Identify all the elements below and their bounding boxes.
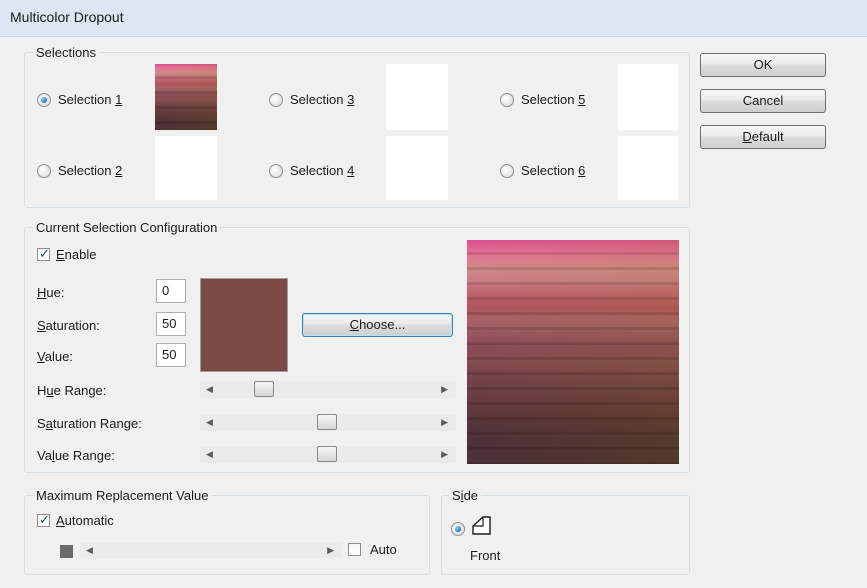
auto-label[interactable]: Auto xyxy=(370,542,397,557)
selection-3-label[interactable]: Selection 3 xyxy=(290,92,354,107)
saturation-input[interactable]: 50 xyxy=(156,312,186,336)
saturation-range-thumb[interactable] xyxy=(317,414,337,430)
saturation-range-slider[interactable]: ◀ ▶ xyxy=(200,414,456,431)
selection-1-preview xyxy=(155,64,217,130)
max-value-swatch xyxy=(60,545,73,558)
saturation-range-label: Saturation Range: xyxy=(37,416,142,431)
cancel-button[interactable]: Cancel xyxy=(700,89,826,113)
enable-checkbox[interactable]: ✓ xyxy=(37,246,50,261)
scroll-left-icon[interactable]: ◀ xyxy=(206,449,213,460)
automatic-checkbox[interactable]: ✓ xyxy=(37,512,50,527)
hue-range-label: Hue Range: xyxy=(37,383,107,398)
selection-1-radio[interactable] xyxy=(37,93,51,107)
ok-button[interactable]: OK xyxy=(700,53,826,77)
front-label: Front xyxy=(470,548,501,563)
enable-label[interactable]: Enable xyxy=(56,247,96,262)
hue-range-thumb[interactable] xyxy=(254,381,274,397)
selection-3-preview xyxy=(386,64,448,130)
scroll-right-icon[interactable]: ▶ xyxy=(441,417,448,428)
selection-4-preview xyxy=(386,136,448,200)
hue-input[interactable]: 0 xyxy=(156,279,186,303)
selection-4-label[interactable]: Selection 4 xyxy=(290,163,354,178)
window-title: Multicolor Dropout xyxy=(10,9,124,25)
selection-4-radio[interactable] xyxy=(269,164,283,178)
config-group-label: Current Selection Configuration xyxy=(33,220,221,235)
hue-label: Hue: xyxy=(37,285,65,300)
automatic-label[interactable]: Automatic xyxy=(56,513,114,528)
selection-5-preview xyxy=(617,64,679,130)
max-replacement-slider[interactable]: ◀ ▶ xyxy=(80,543,342,558)
side-group-label: Side xyxy=(449,488,482,503)
selection-2-radio[interactable] xyxy=(37,164,51,178)
value-range-thumb[interactable] xyxy=(317,446,337,462)
page-front-icon xyxy=(472,516,491,535)
selection-2-preview xyxy=(155,136,217,200)
scroll-right-icon[interactable]: ▶ xyxy=(327,545,334,556)
selection-5-label[interactable]: Selection 5 xyxy=(521,92,585,107)
max-replacement-group xyxy=(24,495,430,575)
default-button[interactable]: Default xyxy=(700,125,826,149)
scroll-left-icon[interactable]: ◀ xyxy=(206,417,213,428)
selection-1-label[interactable]: Selection 1 xyxy=(58,92,122,107)
saturation-label: Saturation: xyxy=(37,318,100,333)
choose-button[interactable]: Choose... xyxy=(302,313,453,337)
scroll-left-icon[interactable]: ◀ xyxy=(86,545,93,556)
selection-5-radio[interactable] xyxy=(500,93,514,107)
selection-3-radio[interactable] xyxy=(269,93,283,107)
value-range-slider[interactable]: ◀ ▶ xyxy=(200,446,456,463)
auto-checkbox[interactable] xyxy=(348,543,361,556)
color-preview-gradient xyxy=(467,240,679,464)
value-input[interactable]: 50 xyxy=(156,343,186,367)
selection-6-label[interactable]: Selection 6 xyxy=(521,163,585,178)
hue-range-slider[interactable]: ◀ ▶ xyxy=(200,381,456,398)
current-color-swatch xyxy=(200,278,288,372)
selection-6-radio[interactable] xyxy=(500,164,514,178)
title-bar: Multicolor Dropout xyxy=(0,0,867,37)
scroll-right-icon[interactable]: ▶ xyxy=(441,384,448,395)
scroll-left-icon[interactable]: ◀ xyxy=(206,384,213,395)
value-range-label: Value Range: xyxy=(37,448,115,463)
max-replacement-group-label: Maximum Replacement Value xyxy=(33,488,212,503)
selection-2-label[interactable]: Selection 2 xyxy=(58,163,122,178)
front-side-radio[interactable] xyxy=(451,522,465,536)
scroll-right-icon[interactable]: ▶ xyxy=(441,449,448,460)
selections-group xyxy=(24,52,690,208)
value-label: Value: xyxy=(37,349,73,364)
selections-group-label: Selections xyxy=(33,45,99,60)
selection-6-preview xyxy=(617,136,679,200)
